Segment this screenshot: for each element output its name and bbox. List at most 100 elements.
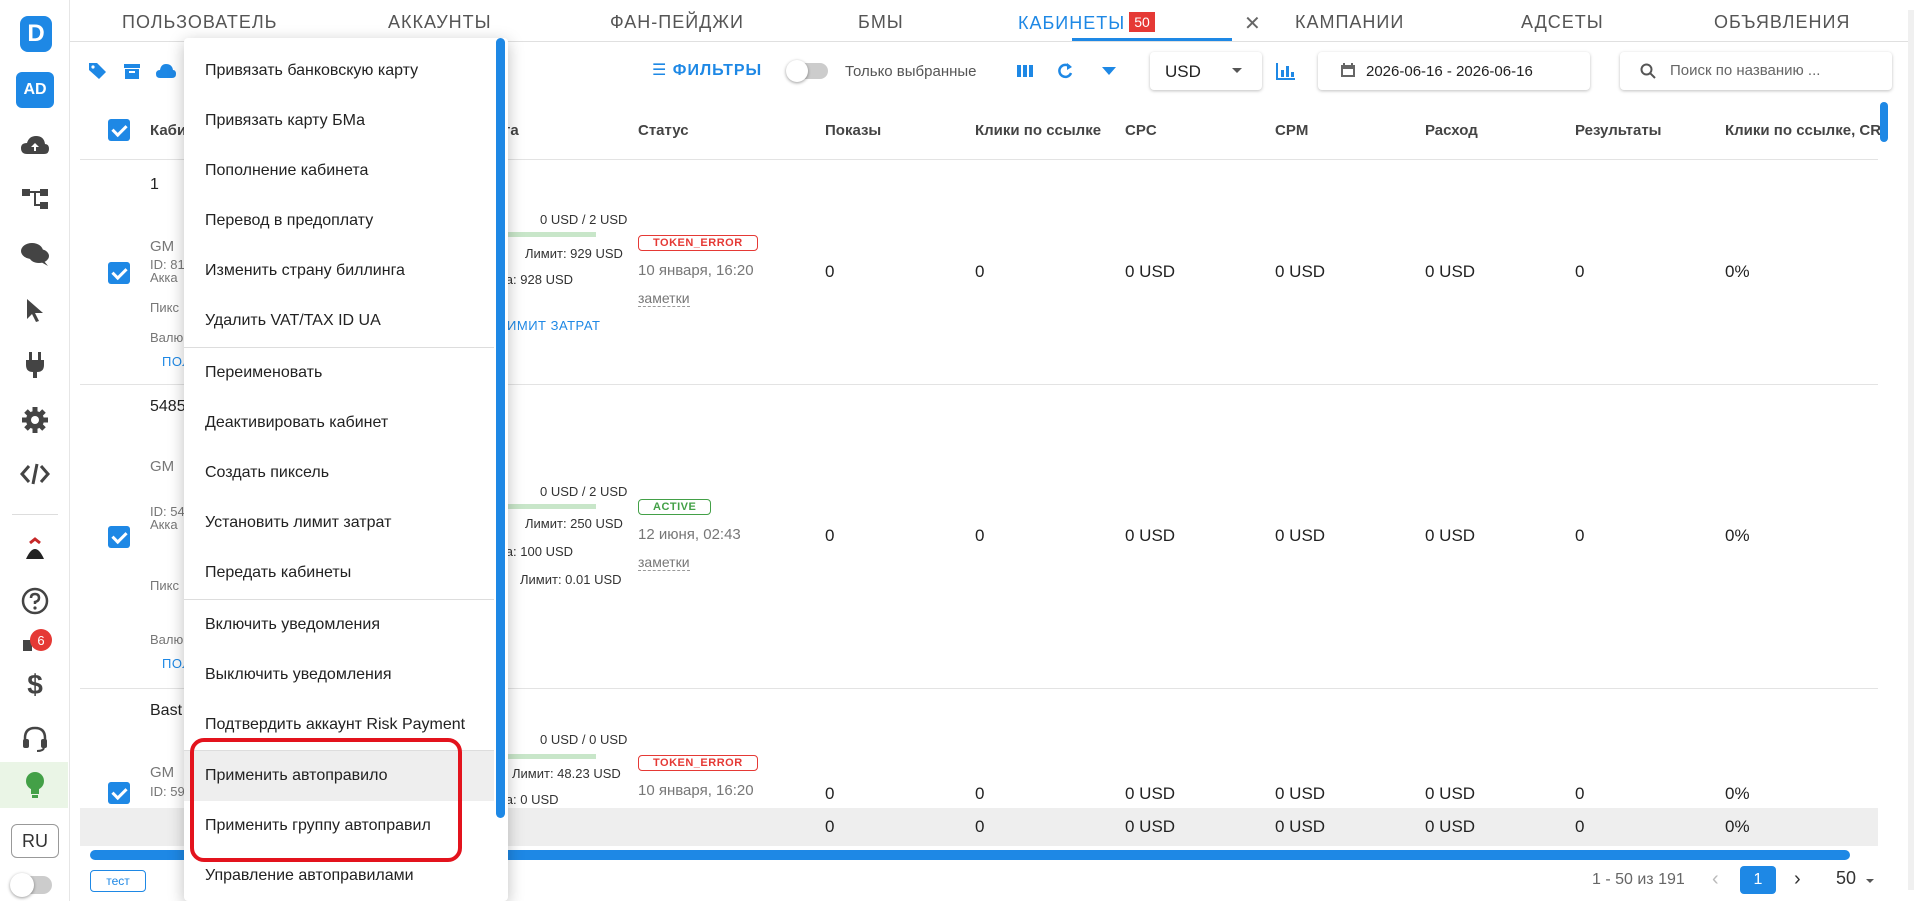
column-header-cpm[interactable]: CPM [1275,122,1308,139]
dropdown-arrow-icon[interactable] [1097,60,1121,82]
row-checkbox[interactable] [108,782,130,804]
menu-scrollbar[interactable] [496,38,505,818]
user-avatar-icon[interactable] [14,530,56,572]
column-header-results[interactable]: Результаты [1575,122,1661,139]
link-clicks-value: 0 [975,784,985,803]
menu-item-top-up[interactable]: Пополнение кабинета [184,146,494,196]
menu-item-deactivate[interactable]: Деактивировать кабинет [184,398,494,448]
cpm-value: 0 USD [1275,262,1326,281]
menu-item-rename[interactable]: Переименовать [184,348,494,398]
column-header-status[interactable]: Статус [638,122,689,139]
currency-select[interactable]: USD [1150,52,1262,90]
hierarchy-icon[interactable] [14,178,56,220]
date-range-value: 2026-06-16 - 2026-06-16 [1366,63,1533,80]
archive-icon[interactable] [120,60,144,82]
tab-user[interactable]: ПОЛЬЗОВАТЕЛЬ [122,12,277,33]
row-checkbox[interactable] [108,526,130,548]
notes-link[interactable]: заметки [638,290,690,307]
tab-fan-pages[interactable]: ФАН-ПЕЙДЖИ [610,12,744,33]
menu-item-link-bank-card[interactable]: Привязать банковскую карту [184,46,494,96]
code-icon[interactable] [14,453,56,495]
tab-close-icon[interactable]: ✕ [1244,11,1261,36]
summary-cpm: 0 USD [1275,817,1326,836]
menu-item-set-spend-limit[interactable]: Установить лимит затрат [184,498,494,548]
upload-cloud-icon[interactable] [154,60,178,82]
tag-icon[interactable] [86,60,110,82]
tag-chip[interactable]: тест [90,870,146,892]
menu-item-transfer-accounts[interactable]: Передать кабинеты [184,548,494,598]
top-tabs: ПОЛЬЗОВАТЕЛЬ АККАУНТЫ ФАН-ПЕЙДЖИ БМЫ КАБ… [70,0,1910,42]
gear-icon[interactable] [14,399,56,441]
tab-ad-accounts[interactable]: КАБИНЕТЫ 50 [1018,12,1155,34]
search-field[interactable]: Поиск по названию ... [1620,52,1892,90]
menu-item-disable-notifications[interactable]: Выключить уведомления [184,650,494,700]
tab-adsets[interactable]: АДСЕТЫ [1521,12,1604,33]
only-selected-toggle[interactable] [786,60,828,82]
plug-icon[interactable] [14,344,56,386]
column-header-link-clicks-cr[interactable]: Клики по ссылке, CR [1725,122,1881,139]
search-input[interactable]: Поиск по названию ... [1670,62,1820,79]
theme-toggle[interactable] [10,873,52,897]
prev-page-icon[interactable]: ‹ [1712,868,1719,891]
results-value: 0 [1575,784,1585,803]
status-badge: TOKEN_ERROR [638,235,758,251]
row-checkbox[interactable] [108,262,130,284]
headset-icon[interactable] [14,718,56,760]
per-page-select[interactable]: 50 [1836,868,1856,889]
account-name[interactable]: 1 [150,176,159,194]
column-header-impressions[interactable]: Показы [825,122,881,139]
account-name[interactable]: 5485 [150,398,186,416]
limit-value: Лимит: 250 USD [525,516,623,531]
cursor-icon[interactable] [14,289,56,331]
dollar-icon[interactable]: $ [14,664,56,706]
menu-item-link-bm-card[interactable]: Привязать карту БМа [184,96,494,146]
tab-bms[interactable]: БМЫ [858,12,904,33]
menu-item-switch-prepaid[interactable]: Перевод в предоплату [184,196,494,246]
pixel-label: Пикс [150,578,179,593]
ad-section-button[interactable]: AD [16,72,54,108]
menu-item-change-billing-country[interactable]: Изменить страну биллинга [184,246,494,296]
refresh-icon[interactable] [1053,60,1077,82]
menu-item-enable-notifications[interactable]: Включить уведомления [184,600,494,650]
current-page-button[interactable]: 1 [1740,866,1776,894]
tab-ads[interactable]: ОБЪЯВЛЕНИЯ [1714,12,1850,33]
next-page-icon[interactable]: › [1794,868,1801,891]
menu-item-delete-vat-id[interactable]: Удалить VAT/TAX ID UA [184,296,494,346]
currency-label: Валю [150,632,184,647]
filters-button[interactable]: ☰ ФИЛЬТРЫ [652,60,762,80]
cloud-upload-icon[interactable] [14,124,56,166]
balance-value: та: 0 USD [500,792,559,807]
select-all-checkbox[interactable] [108,119,130,141]
spend-value: 0 USD [1425,784,1476,803]
chevron-down-icon [1232,68,1242,78]
account-name[interactable]: Bast [150,702,182,720]
chat-icon[interactable] [14,233,56,275]
limit-value: Лимит: 48.23 USD [512,766,621,781]
language-button[interactable]: RU [11,824,59,858]
currency-label: Валю [150,330,184,345]
tab-campaigns[interactable]: КАМПАНИИ [1295,12,1404,33]
spend-limit-link[interactable]: ЛИМИТ ЗАТРАТ [498,318,600,333]
column-header-cpc[interactable]: CPC [1125,122,1157,139]
column-header-spend[interactable]: Расход [1425,122,1478,139]
cpc-value: 0 USD [1125,262,1176,281]
tab-accounts[interactable]: АККАУНТЫ [388,12,492,33]
link-clicks-value: 0 [975,526,985,545]
columns-icon[interactable] [1013,60,1037,82]
menu-item-create-pixel[interactable]: Создать пиксель [184,448,494,498]
account-id: ID: 59 [150,784,185,799]
help-icon[interactable] [14,580,56,622]
timezone: GM [150,458,175,475]
date-range-picker[interactable]: 2026-06-16 - 2026-06-16 [1318,52,1590,90]
chart-icon[interactable] [1274,60,1298,82]
spend-value: 0 USD [1425,262,1476,281]
page-scrollbar[interactable] [1908,10,1914,890]
notes-link[interactable]: заметки [638,554,690,571]
bulb-icon[interactable] [14,764,56,806]
app-logo[interactable]: D [20,16,52,52]
table-vertical-scrollbar[interactable] [1880,102,1888,142]
column-header-link-clicks[interactable]: Клики по ссылке [975,122,1101,139]
summary-impressions: 0 [825,817,835,836]
filter-icon: ☰ [652,62,668,79]
results-value: 0 [1575,526,1585,545]
